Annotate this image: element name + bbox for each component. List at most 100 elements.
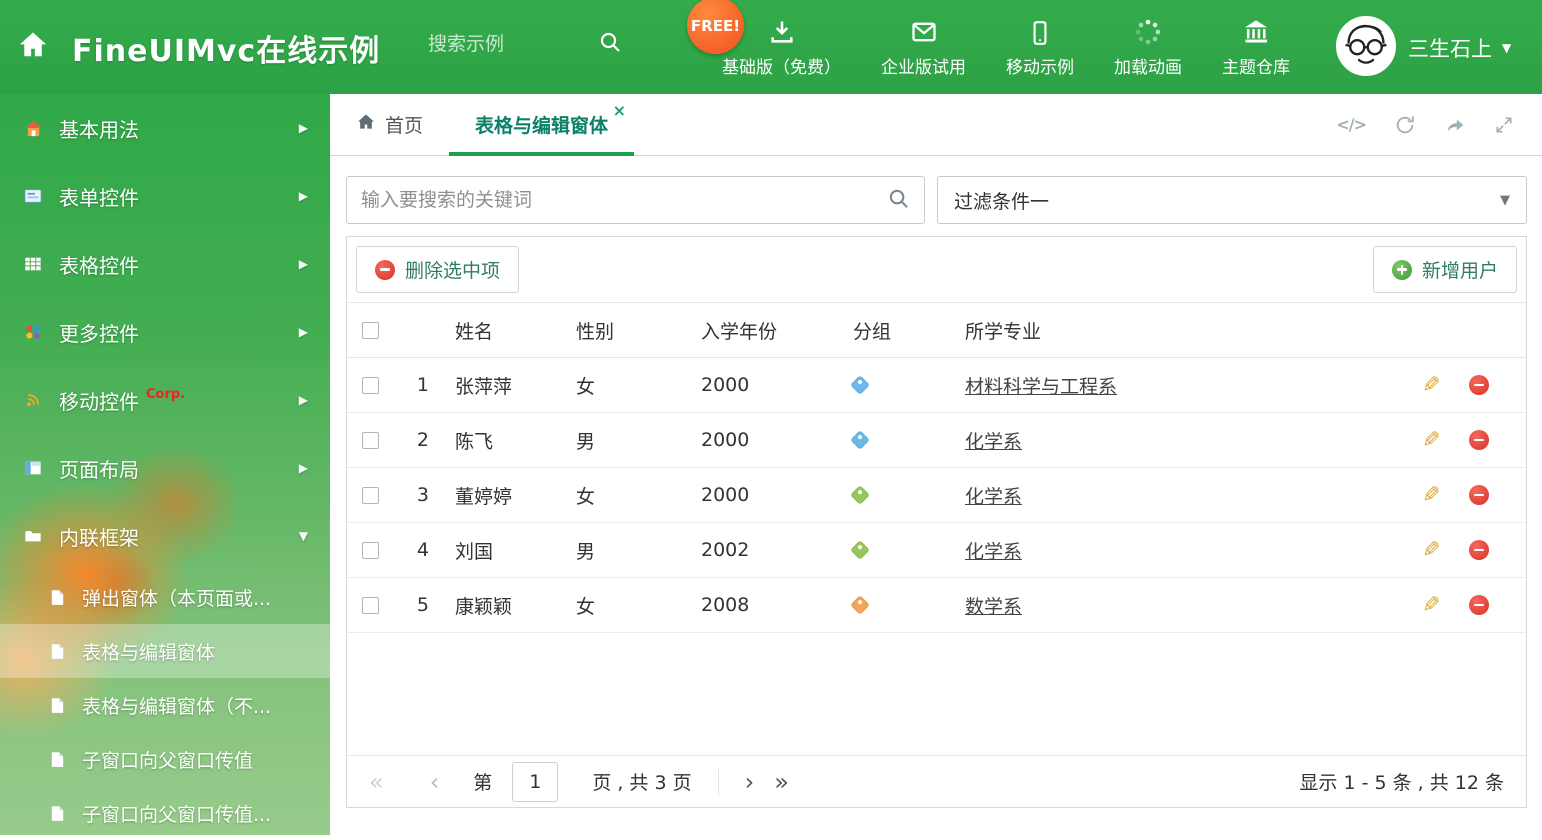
- row-checkbox[interactable]: [361, 376, 379, 394]
- sidebar-subitem-label: 子窗口向父窗口传值...: [82, 803, 272, 826]
- edit-icon[interactable]: ✎: [1422, 428, 1440, 453]
- home-icon: [22, 119, 44, 138]
- tag-icon: [850, 430, 870, 450]
- sidebar-item-iframe[interactable]: 内联框架 ▼: [0, 502, 330, 570]
- tab-grid-edit-window[interactable]: 表格与编辑窗体 ×: [449, 94, 635, 156]
- table-icon: [22, 255, 44, 273]
- row-number: 1: [416, 374, 429, 396]
- file-icon: [46, 697, 68, 714]
- home-icon: [356, 112, 376, 137]
- sidebar-subitem-grid-edit-window[interactable]: 表格与编辑窗体: [0, 624, 330, 678]
- major-link[interactable]: 化学系: [965, 541, 1022, 563]
- next-page-button[interactable]: ›: [745, 768, 755, 796]
- page-prefix-label: 第: [473, 772, 493, 794]
- delete-row-icon[interactable]: [1469, 430, 1489, 450]
- nav-loading-animation[interactable]: 加载动画: [1094, 0, 1202, 94]
- header-search[interactable]: [428, 30, 622, 58]
- tab-home[interactable]: 首页: [330, 94, 449, 155]
- sidebar-item-form-controls[interactable]: 表单控件 ▶: [0, 162, 330, 230]
- table-row: 4 刘国 男 2002 化学系 ✎: [347, 523, 1526, 578]
- row-checkbox[interactable]: [361, 596, 379, 614]
- row-checkbox[interactable]: [361, 486, 379, 504]
- close-icon[interactable]: ×: [613, 101, 626, 120]
- home-icon[interactable]: [18, 30, 48, 64]
- layout-icon: [22, 459, 44, 477]
- refresh-icon[interactable]: [1394, 114, 1416, 136]
- delete-row-icon[interactable]: [1469, 375, 1489, 395]
- edit-icon[interactable]: ✎: [1422, 593, 1440, 618]
- mobile-icon: [1027, 16, 1053, 46]
- delete-row-icon[interactable]: [1469, 485, 1489, 505]
- filter-row: 过滤条件一 ▼: [346, 176, 1527, 224]
- corp-badge: Corp.: [146, 386, 186, 402]
- last-page-button[interactable]: »: [774, 768, 789, 796]
- chevron-right-icon: ▶: [298, 461, 308, 475]
- user-menu[interactable]: 三生石上 ▼: [1408, 33, 1511, 63]
- sidebar-item-mobile-controls[interactable]: 移动控件 Corp. ▶: [0, 366, 330, 434]
- cell-name: 张萍萍: [455, 375, 513, 398]
- sidebar-subitem-child-to-parent[interactable]: 子窗口向父窗口传值: [0, 732, 330, 786]
- tab-tools: </>: [1336, 94, 1542, 155]
- nav-theme-repository[interactable]: 主题仓库: [1202, 0, 1310, 94]
- first-page-button[interactable]: «: [369, 768, 384, 796]
- chevron-right-icon: ▶: [298, 189, 308, 203]
- file-icon: [46, 805, 68, 822]
- column-header-group: 分组: [853, 320, 892, 343]
- cell-year: 2008: [701, 594, 750, 616]
- file-icon: [46, 751, 68, 768]
- cell-year: 2002: [701, 539, 750, 561]
- expand-icon[interactable]: [1494, 115, 1514, 135]
- edit-icon[interactable]: ✎: [1422, 538, 1440, 563]
- row-number: 4: [416, 539, 429, 561]
- nav-label: 移动示例: [1006, 58, 1074, 78]
- row-checkbox[interactable]: [361, 541, 379, 559]
- table-row: 2 陈飞 男 2000 化学系 ✎: [347, 413, 1526, 468]
- sidebar-item-label: 表单控件: [59, 185, 139, 210]
- minus-icon: [375, 259, 395, 280]
- tab-label: 首页: [385, 115, 424, 137]
- cell-gender: 女: [576, 375, 596, 398]
- share-icon[interactable]: [1444, 114, 1466, 136]
- major-link[interactable]: 化学系: [965, 431, 1022, 453]
- nav-mobile-demo[interactable]: 移动示例: [986, 0, 1094, 94]
- chevron-right-icon: ▶: [298, 325, 308, 339]
- cell-year: 2000: [701, 484, 750, 506]
- row-checkbox[interactable]: [361, 431, 379, 449]
- sidebar-item-basic-usage[interactable]: 基本用法 ▶: [0, 94, 330, 162]
- sidebar-subitem-label: 子窗口向父窗口传值: [82, 749, 254, 772]
- major-link[interactable]: 化学系: [965, 486, 1022, 508]
- tag-icon: [850, 485, 870, 505]
- header-search-input[interactable]: [428, 33, 588, 55]
- filter-dropdown[interactable]: 过滤条件一 ▼: [937, 176, 1527, 224]
- keyword-input[interactable]: [361, 189, 887, 211]
- sidebar-item-page-layout[interactable]: 页面布局 ▶: [0, 434, 330, 502]
- page-suffix-label: 页 , 共 3 页: [592, 772, 692, 794]
- source-code-icon[interactable]: </>: [1336, 115, 1367, 134]
- edit-icon[interactable]: ✎: [1422, 483, 1440, 508]
- sidebar-item-label: 内联框架: [59, 525, 139, 550]
- major-link[interactable]: 材料科学与工程系: [965, 376, 1117, 398]
- search-icon[interactable]: [887, 187, 910, 214]
- page-input[interactable]: [512, 761, 559, 802]
- sidebar-item-more-controls[interactable]: 更多控件 ▶: [0, 298, 330, 366]
- delete-row-icon[interactable]: [1469, 540, 1489, 560]
- delete-selected-button[interactable]: 删除选中项: [356, 246, 520, 293]
- keyword-searchbox[interactable]: [346, 176, 925, 224]
- major-link[interactable]: 数学系: [965, 596, 1022, 618]
- widgets-icon: [22, 323, 44, 341]
- search-icon[interactable]: [598, 30, 622, 58]
- sidebar-subitem-popup-window[interactable]: 弹出窗体（本页面或...: [0, 570, 330, 624]
- edit-icon[interactable]: ✎: [1422, 373, 1440, 398]
- sidebar-subitem-child-to-parent-2[interactable]: 子窗口向父窗口传值...: [0, 786, 330, 840]
- sidebar-item-grid-controls[interactable]: 表格控件 ▶: [0, 230, 330, 298]
- row-number: 2: [416, 429, 429, 451]
- delete-row-icon[interactable]: [1469, 595, 1489, 615]
- sidebar-subitem-grid-edit-window-2[interactable]: 表格与编辑窗体（不...: [0, 678, 330, 732]
- prev-page-button[interactable]: ‹: [430, 768, 440, 796]
- avatar[interactable]: [1336, 16, 1396, 76]
- chevron-right-icon: ▶: [298, 121, 308, 135]
- select-all-checkbox[interactable]: [361, 321, 379, 339]
- add-user-button[interactable]: 新增用户: [1372, 246, 1517, 293]
- column-header-name: 姓名: [455, 320, 494, 343]
- nav-enterprise-trial[interactable]: 企业版试用: [861, 0, 986, 94]
